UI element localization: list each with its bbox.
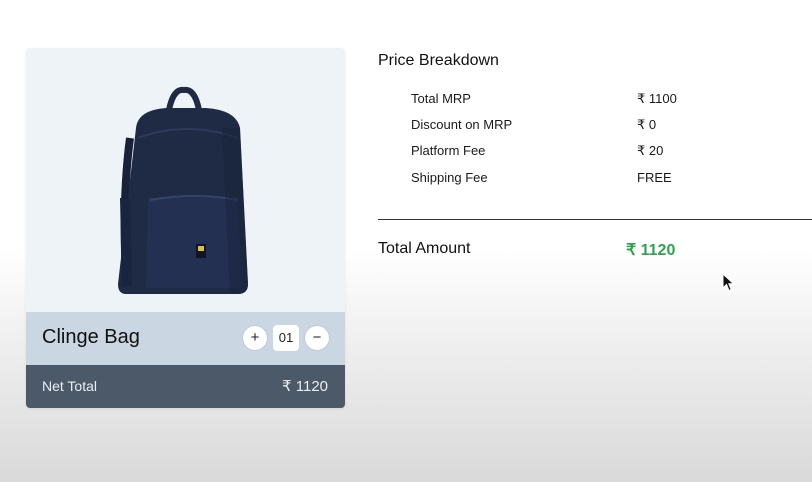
row-value: ₹ 1100	[637, 91, 677, 106]
breakdown-row-discount: Discount on MRP ₹ 0	[411, 117, 731, 135]
price-breakdown-title: Price Breakdown	[378, 52, 499, 69]
divider	[378, 219, 812, 220]
breakdown-row-total-mrp: Total MRP ₹ 1100	[411, 91, 731, 109]
row-label: Shipping Fee	[411, 170, 488, 185]
total-amount-label: Total Amount	[378, 240, 471, 257]
breakdown-row-platform-fee: Platform Fee ₹ 20	[411, 143, 731, 161]
net-total-label: Net Total	[42, 378, 97, 394]
product-card: Clinge Bag + 01 − Net Total ₹ 1120	[26, 48, 345, 408]
breakdown-row-shipping-fee: Shipping Fee FREE	[411, 170, 731, 188]
quantity-value: 01	[273, 325, 299, 351]
product-image	[26, 48, 345, 312]
product-info-bar: Clinge Bag + 01 −	[26, 312, 345, 365]
row-label: Discount on MRP	[411, 117, 513, 132]
quantity-decrease-button[interactable]: −	[305, 326, 329, 350]
total-amount-value: ₹ 1120	[626, 242, 676, 259]
row-label: Platform Fee	[411, 143, 486, 158]
quantity-increase-button[interactable]: +	[243, 326, 267, 350]
row-label: Total MRP	[411, 91, 471, 106]
product-name: Clinge Bag	[42, 326, 140, 348]
row-value: FREE	[637, 170, 672, 185]
mouse-pointer-icon	[722, 273, 735, 292]
net-total-value: ₹ 1120	[282, 378, 328, 395]
backpack-image	[118, 86, 248, 294]
row-value: ₹ 20	[637, 143, 664, 158]
row-value: ₹ 0	[637, 117, 657, 132]
net-total-bar: Net Total ₹ 1120	[26, 365, 345, 408]
